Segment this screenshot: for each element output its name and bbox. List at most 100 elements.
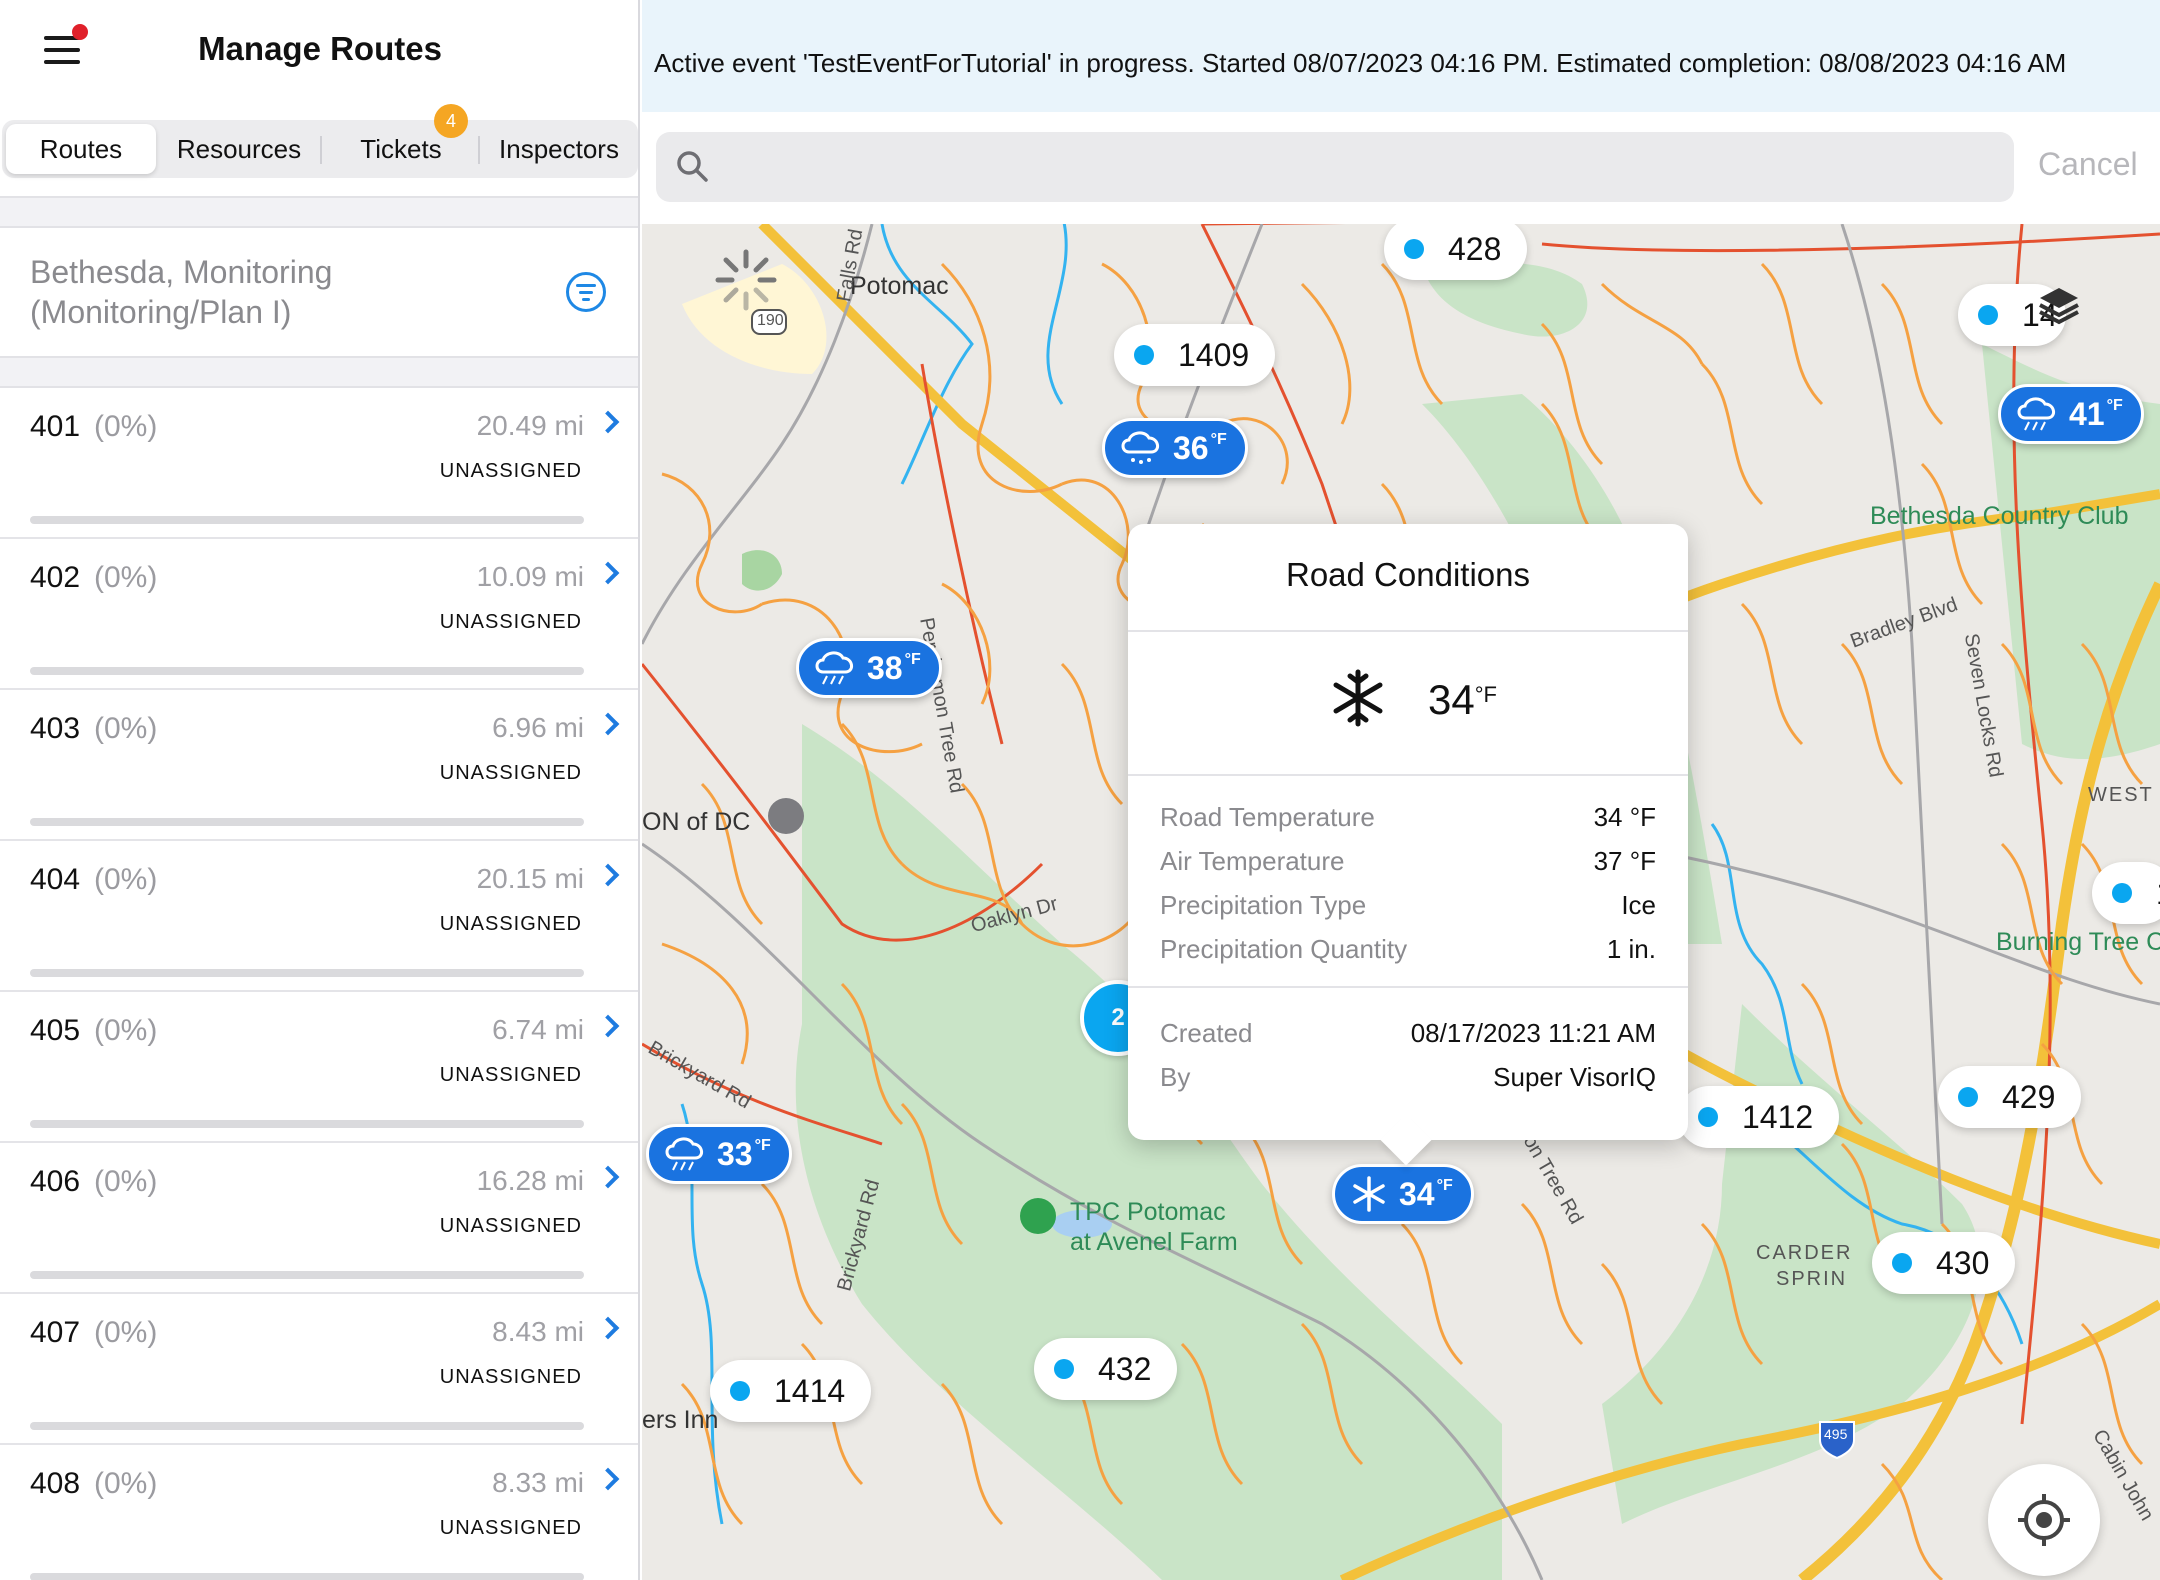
divider [1128,630,1688,632]
sidebar: Manage Routes Routes Resources Tickets I… [0,0,640,1580]
section-separator [0,196,638,228]
weather-badge-38[interactable]: 38 °F [796,638,942,698]
route-number: 405 [30,1014,81,1047]
route-percent: (0%) [94,1316,158,1349]
route-dot [1892,1253,1912,1273]
route-progress-bar [30,1573,584,1580]
route-row[interactable]: 408 (0%) 8.33 mi UNASSIGNED [0,1445,638,1580]
route-dot [1958,1087,1978,1107]
route-row[interactable]: 402 (0%) 10.09 mi UNASSIGNED [0,539,638,690]
route-status: UNASSIGNED [439,1064,582,1086]
row-value: 1 in. [1606,934,1656,964]
route-pin-label: 1 [2156,875,2160,912]
route-pin-429[interactable]: 429 [1938,1066,2082,1128]
weather-badge-41[interactable]: 41 °F [1998,384,2144,444]
map-label-avenel-farm: at Avenel Farm [1070,1228,1238,1256]
section-separator [0,356,638,388]
route-distance: 20.15 mi [476,863,584,894]
chevron-right-icon [596,1467,620,1491]
search-bar[interactable] [656,132,2014,202]
route-dot [1054,1359,1074,1379]
route-row[interactable]: 404 (0%) 20.15 mi UNASSIGNED [0,841,638,992]
weather-temp: 33 [717,1135,753,1172]
route-pin-432[interactable]: 432 [1034,1338,1178,1400]
route-pin-1[interactable]: 1 [2092,862,2160,924]
layers-icon[interactable] [2030,278,2088,336]
route-progress-bar [30,1422,584,1430]
route-percent: (0%) [94,561,158,594]
route-percent: (0%) [94,1165,158,1198]
tab-inspectors[interactable]: Inspectors [484,124,634,174]
event-banner: Active event 'TestEventForTutorial' in p… [642,0,2160,112]
map-label-potomac: Potomac [850,272,949,300]
route-progress-bar [30,818,584,826]
route-distance: 20.49 mi [476,410,584,441]
locate-me-button[interactable] [1988,1464,2100,1576]
search-input[interactable] [726,132,1996,202]
route-pin-428[interactable]: 428 [1384,224,1528,280]
row-key: Precipitation Quantity [1160,934,1408,964]
tickets-count-badge: 4 [434,104,468,138]
route-pin-label: 1409 [1178,336,1250,373]
route-pin-1412[interactable]: 1412 [1678,1086,1840,1148]
route-pin-label: 1414 [774,1372,846,1409]
weather-badge-34-selected[interactable]: 34 °F [1332,1164,1474,1224]
row-key: By [1160,1062,1191,1092]
route-row[interactable]: 405 (0%) 6.74 mi UNASSIGNED [0,992,638,1143]
route-percent: (0%) [94,410,158,443]
chevron-right-icon [596,1165,620,1189]
route-dot [1978,305,1998,325]
location-crosshair-icon [2018,1494,2070,1546]
route-status: UNASSIGNED [439,1366,582,1388]
weather-badge-33[interactable]: 33 °F [646,1124,792,1184]
route-pin-430[interactable]: 430 [1872,1232,2016,1294]
route-pin-label: 432 [1098,1350,1152,1387]
route-progress-bar [30,969,584,977]
event-banner-text: Active event 'TestEventForTutorial' in p… [654,48,2067,78]
route-number: 402 [30,561,81,594]
route-dot [1404,239,1424,259]
weather-temp: 38 [867,649,903,686]
filter-button[interactable] [566,272,606,312]
route-number: 403 [30,712,81,745]
page-title: Manage Routes [198,30,442,67]
route-pin-1414[interactable]: 1414 [710,1360,872,1422]
route-number: 408 [30,1467,81,1500]
row-key: Created [1160,1018,1253,1048]
chevron-right-icon [596,863,620,887]
tab-routes[interactable]: Routes [6,124,156,174]
popover-title: Road Conditions [1286,556,1530,593]
snow-cloud-icon [1121,431,1159,464]
popover-temp-value: 34 [1428,676,1475,723]
chevron-right-icon [596,712,620,736]
plan-name: Bethesda, Monitoring (Monitoring/Plan I) [30,254,333,330]
chevron-right-icon [596,410,620,434]
weather-temp: 36 [1173,429,1209,466]
map-label-carderock-springs: SPRIN [1776,1268,1848,1290]
route-distance: 8.43 mi [492,1316,584,1347]
map-label-ers-inn: ers Inn [642,1406,719,1434]
map-label-bethesda-country-club: Bethesda Country Club [1870,502,2129,530]
route-dot [1698,1107,1718,1127]
cancel-button[interactable]: Cancel [2038,146,2138,183]
route-distance: 8.33 mi [492,1467,584,1498]
route-row[interactable]: 406 (0%) 16.28 mi UNASSIGNED [0,1143,638,1294]
route-status: UNASSIGNED [439,1517,582,1539]
weather-unit: °F [754,1137,771,1154]
map-label-carderock: CARDER [1756,1242,1853,1264]
route-number: 404 [30,863,81,896]
weather-badge-36[interactable]: 36 °F [1102,418,1248,478]
route-number: 407 [30,1316,81,1349]
route-row[interactable]: 403 (0%) 6.96 mi UNASSIGNED [0,690,638,841]
tab-resources[interactable]: Resources [164,124,314,174]
route-row[interactable]: 401 (0%) 20.49 mi UNASSIGNED [0,388,638,539]
plan-selector[interactable]: Bethesda, Monitoring (Monitoring/Plan I) [0,228,638,356]
chevron-right-icon [596,1014,620,1038]
chevron-right-icon [596,1316,620,1340]
route-pin-1409[interactable]: 1409 [1114,324,1276,386]
map[interactable]: Potomac Falls Rd 190 Persimmon Tree Rd O… [642,224,2160,1580]
route-progress-bar [30,1271,584,1279]
route-row[interactable]: 407 (0%) 8.43 mi UNASSIGNED [0,1294,638,1445]
weather-temp: 41 [2069,395,2105,432]
snowflake-icon [1353,1176,1385,1212]
